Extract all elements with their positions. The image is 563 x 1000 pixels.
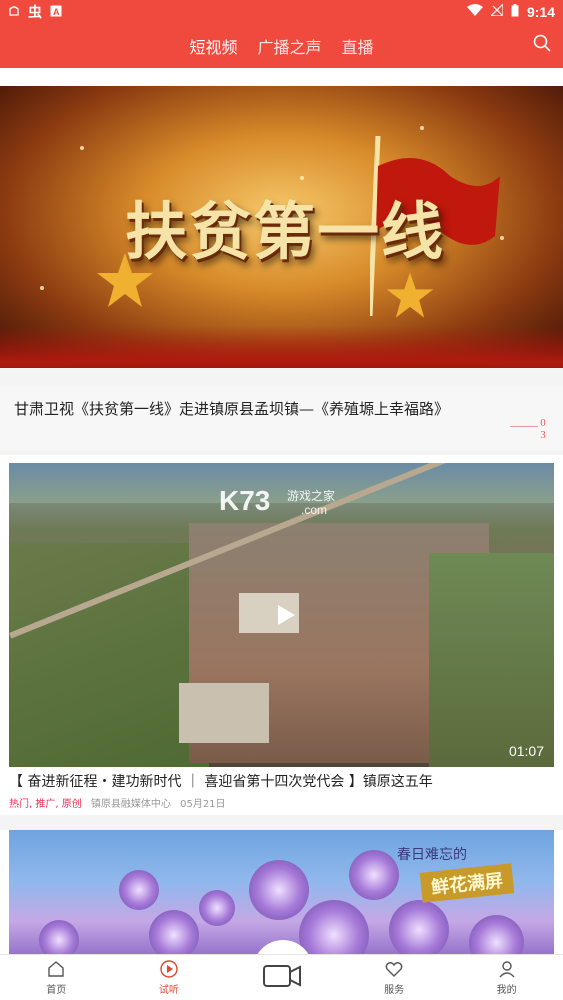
battery-icon <box>511 3 519 21</box>
article-card[interactable]: 甘肃卫视《扶贫第一线》走进镇原县孟坝镇—《养殖塬上幸福路》 0 3 <box>0 386 563 450</box>
video-date: 05月21日 <box>180 799 226 810</box>
status-bar: 虫 A 9:14 <box>0 0 563 24</box>
wifi-icon <box>466 4 483 20</box>
search-icon[interactable] <box>533 34 555 56</box>
video-meta: 热门, 推广, 原创 镇原县融媒体中心 05月21日 <box>9 795 232 810</box>
watermark: K73 游戏之家 .com <box>219 485 335 517</box>
nav-home-label: 首页 <box>46 985 67 996</box>
article-title: 甘肃卫视《扶贫第一线》走进镇原县孟坝镇—《养殖塬上幸福路》 <box>14 400 450 418</box>
video-card[interactable]: K73 游戏之家 .com 01:07 【 奋进新征程・建功新时代 ｜ 喜迎省第… <box>0 455 563 815</box>
tab-live[interactable]: 直播 <box>342 34 374 58</box>
banner-red-band <box>0 326 563 368</box>
watermark-main: K73 <box>219 485 271 516</box>
star-icon <box>386 272 434 318</box>
nav-service[interactable]: 服务 <box>338 955 451 1000</box>
tab-short-video[interactable]: 短视频 <box>189 34 237 72</box>
no-signal-icon <box>489 2 504 20</box>
video-thumbnail[interactable]: K73 游戏之家 .com 01:07 <box>9 463 554 767</box>
counter-top: 0 <box>540 417 546 429</box>
app-root: 虫 A 9:14 短视频 广播之声 直播 扶贫第一线 甘肃卫视《扶贫第一线》走进… <box>0 0 563 1000</box>
nav-listen-label: 试听 <box>158 985 179 996</box>
nav-mine[interactable]: 我的 <box>450 955 563 1000</box>
watermark-domain: .com <box>301 503 328 517</box>
counter-bottom: 3 <box>540 429 546 441</box>
counter-divider <box>510 426 538 427</box>
svg-text:A: A <box>53 7 60 17</box>
video-camera-icon[interactable] <box>262 960 302 992</box>
a-icon: A <box>50 5 62 20</box>
tab-broadcast[interactable]: 广播之声 <box>257 34 321 58</box>
user-icon <box>499 961 515 978</box>
video-duration: 01:07 <box>508 743 544 759</box>
nav-mine-label: 我的 <box>496 985 517 996</box>
video-source: 镇原县融媒体中心 <box>90 799 171 810</box>
video-tags: 热门, 推广, 原创 <box>9 799 82 810</box>
status-time: 9:14 <box>526 4 555 20</box>
nav-service-label: 服务 <box>384 985 405 996</box>
nav-listen[interactable]: 试听 <box>113 955 226 1000</box>
app-icon: 虫 <box>28 5 42 21</box>
home-icon <box>48 961 64 977</box>
banner-title: 扶贫第一线 <box>125 195 446 268</box>
header-tabs: 短视频 广播之声 直播 <box>0 24 563 72</box>
notification-icon <box>8 5 20 20</box>
header-spacer <box>0 68 563 86</box>
card-gap <box>0 815 563 830</box>
top-bar: 虫 A 9:14 短视频 广播之声 直播 <box>0 0 563 72</box>
video2-line2: 鲜花满屏 <box>419 863 515 903</box>
video-title[interactable]: 【 奋进新征程・建功新时代 ｜ 喜迎省第十四次党代会 】镇原这五年 <box>9 771 433 791</box>
play-icon[interactable] <box>275 603 297 627</box>
article-counter: 0 3 <box>538 417 548 441</box>
play-circle-icon <box>160 960 178 978</box>
nav-home[interactable]: 首页 <box>0 955 113 1000</box>
heart-icon <box>385 962 403 977</box>
banner-image[interactable]: 扶贫第一线 <box>0 86 563 368</box>
watermark-sub: 游戏之家 <box>287 489 336 503</box>
video2-line1: 春日难忘的 <box>397 847 467 863</box>
